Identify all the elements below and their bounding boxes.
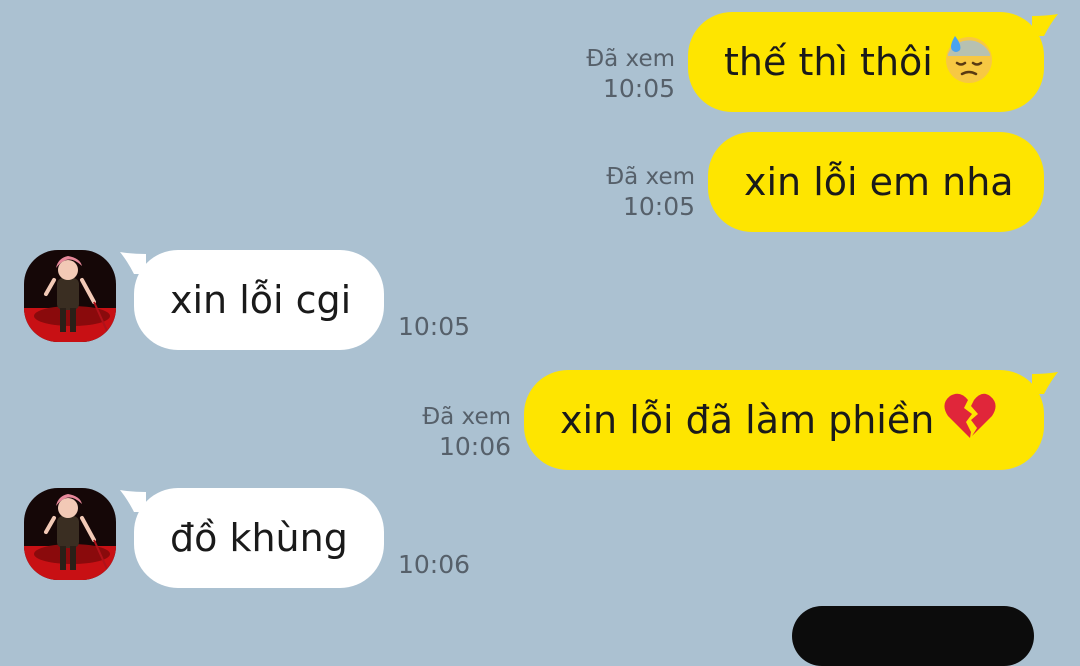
outgoing-message-bubble[interactable]: thế thì thôi [688,12,1044,112]
broken-heart-emoji-icon [944,392,996,449]
incoming-message-bubble[interactable]: xin lỗi cgi [134,250,384,350]
message-text: xin lỗi cgi [170,278,352,322]
read-receipt: Đã xem [586,46,675,72]
message-text: xin lỗi đã làm phiền [560,398,935,442]
message-text: đồ khùng [170,516,348,560]
bubble-tail [1032,14,1058,36]
bubble-tail [1032,372,1058,394]
message-text: thế thì thôi [724,40,933,84]
downcast-sweat-emoji-icon [943,32,995,93]
message-meta: Đã xem 10:05 [580,162,695,222]
message-meta: Đã xem 10:05 [560,44,675,104]
outgoing-message-bubble[interactable]: xin lỗi đã làm phiền [524,370,1044,470]
message-time: 10:05 [602,74,675,103]
avatar-photo [24,488,116,580]
contact-avatar[interactable] [24,488,116,580]
contact-avatar[interactable] [24,250,116,342]
incoming-message-bubble[interactable]: đồ khùng [134,488,384,588]
chat-message-list[interactable]: Đã xem 10:05 thế thì thôi Đã xem 10:05 x… [0,0,1080,666]
outgoing-media-bubble[interactable] [792,606,1034,666]
read-receipt: Đã xem [606,164,695,190]
message-time: 10:05 [398,312,471,341]
message-time: 10:06 [438,432,511,461]
message-time: 10:06 [398,550,471,579]
outgoing-message-bubble[interactable]: xin lỗi em nha [708,132,1044,232]
avatar-photo [24,250,116,342]
message-text: xin lỗi em nha [744,160,1014,204]
read-receipt: Đã xem [422,404,511,430]
message-time: 10:05 [622,192,695,221]
message-meta: Đã xem 10:06 [396,402,511,462]
